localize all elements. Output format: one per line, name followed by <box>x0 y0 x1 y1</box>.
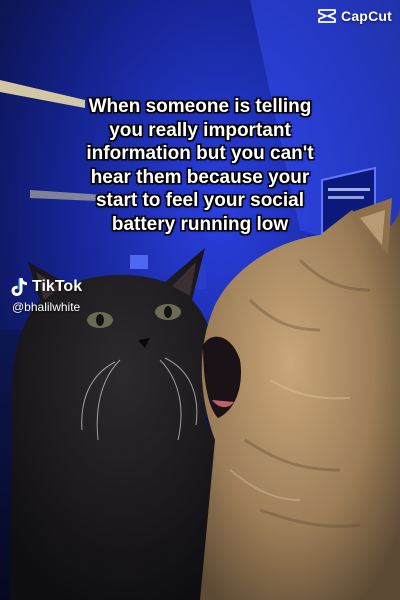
capcut-watermark: CapCut <box>318 8 392 24</box>
tiktok-brand: TikTok <box>10 277 82 297</box>
door-panel <box>130 255 148 269</box>
tiktok-logo-icon <box>11 278 27 296</box>
meme-frame: CapCut When someone is telling you reall… <box>0 0 400 600</box>
tiktok-label: TikTok <box>32 278 83 295</box>
meme-caption: When someone is telling you really impor… <box>30 95 370 236</box>
capcut-label: CapCut <box>341 8 392 24</box>
caption-line: you really important <box>109 119 291 141</box>
caption-line: hear them because your <box>90 166 310 188</box>
caption-line: When someone is telling <box>88 96 312 117</box>
caption-line: battery running low <box>111 213 289 235</box>
caption-line: information but you can't <box>86 143 314 164</box>
capcut-logo-icon <box>318 9 336 23</box>
caption-line: start to feel your social <box>95 190 304 211</box>
tiktok-handle: @bhalilwhite <box>12 300 81 314</box>
tiktok-watermark: TikTok @bhalilwhite <box>10 277 82 314</box>
